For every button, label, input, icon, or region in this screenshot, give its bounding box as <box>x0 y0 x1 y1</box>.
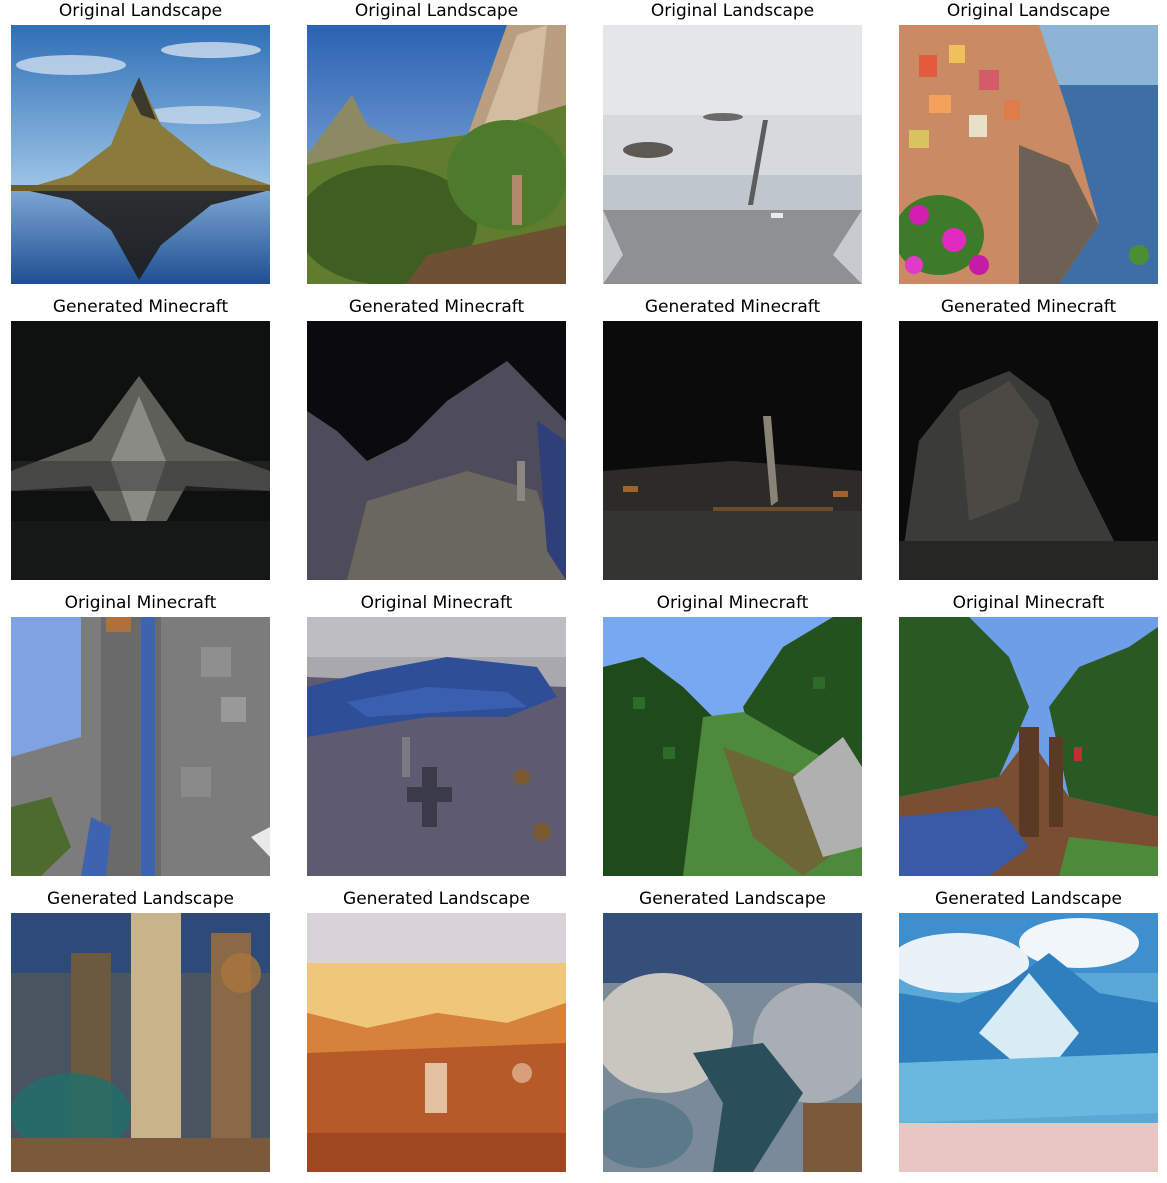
dark-valley-image <box>307 321 566 580</box>
painted-ocean-waves-image <box>899 913 1158 1172</box>
painted-river-valley-image <box>603 913 862 1172</box>
coastal-village-flowers-image <box>899 25 1158 284</box>
cell-title: Generated Minecraft <box>644 297 821 317</box>
blocky-cliff-waterfall-image <box>11 617 270 876</box>
dark-glacier-image <box>603 321 862 580</box>
cell-title: Generated Minecraft <box>940 297 1117 317</box>
cell-title: Original Minecraft <box>64 593 217 613</box>
blocky-forest-river-image <box>899 617 1158 876</box>
glacier-lake-image <box>603 25 862 284</box>
cell-title: Original Landscape <box>650 1 815 21</box>
dark-cliff-image <box>899 321 1158 580</box>
cell-title: Original Minecraft <box>952 593 1105 613</box>
mountain-hiker-valley-image <box>307 25 566 284</box>
cell-title: Generated Minecraft <box>52 297 229 317</box>
cell-title: Original Landscape <box>354 1 519 21</box>
dark-peak-reflection-image <box>11 321 270 580</box>
cell-title: Generated Landscape <box>343 889 530 909</box>
painted-red-desert-image <box>307 913 566 1172</box>
lake-mountain-reflection-image <box>11 25 270 284</box>
cell-title: Original Landscape <box>58 1 223 21</box>
painted-waterfall-cliff-image <box>11 913 270 1172</box>
cell-title: Original Landscape <box>946 1 1111 21</box>
cell-title: Original Minecraft <box>656 593 809 613</box>
cell-title: Generated Landscape <box>47 889 234 909</box>
cell-title: Generated Landscape <box>935 889 1122 909</box>
blocky-pond-plain-image <box>307 617 566 876</box>
cell-title: Generated Landscape <box>639 889 826 909</box>
blocky-forest-valley-image <box>603 617 862 876</box>
cell-title: Generated Minecraft <box>348 297 525 317</box>
cell-title: Original Minecraft <box>360 593 513 613</box>
